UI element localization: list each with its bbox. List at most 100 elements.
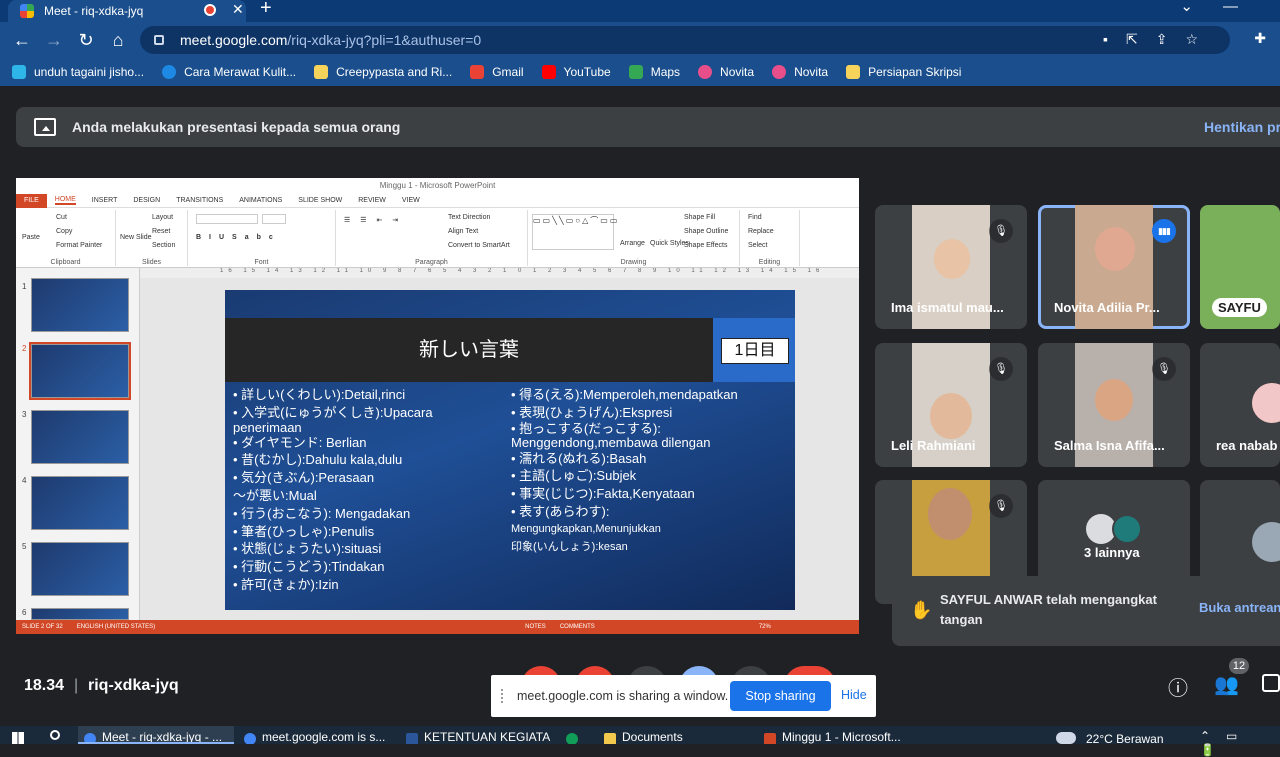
reset-button[interactable]: Reset <box>152 228 170 235</box>
powerpoint-icon <box>764 733 776 744</box>
group-label: Clipboard <box>50 259 81 266</box>
new-slide-button[interactable]: New Slide <box>120 234 152 241</box>
list-icons[interactable]: ☰ ☰ ⇤ ⇥ <box>344 216 402 224</box>
close-tab-icon[interactable]: ✕ <box>232 1 244 18</box>
bookmark-item[interactable]: Persiapan Skripsi <box>846 65 961 79</box>
font-format-icons[interactable]: BIUSabc <box>196 234 281 241</box>
ppt-tab-transitions[interactable]: TRANSITIONS <box>176 197 223 204</box>
back-arrow-icon[interactable]: ← <box>6 30 38 51</box>
participant-tile[interactable]: 🎙 Ima ismatul mau... <box>875 205 1027 329</box>
slide-thumbnail[interactable] <box>31 476 129 530</box>
raised-hand-message: SAYFUL ANWAR telah mengangkat tangan <box>940 592 1157 627</box>
cut-button[interactable]: Cut <box>56 214 67 221</box>
ppt-tab-review[interactable]: REVIEW <box>358 197 386 204</box>
slide-thumbnail[interactable] <box>31 278 129 332</box>
ppt-tab-animations[interactable]: ANIMATIONS <box>239 197 282 204</box>
font-size-box[interactable] <box>262 214 286 224</box>
taskbar-item[interactable] <box>560 726 590 744</box>
taskbar-item[interactable]: Meet - riq-xdka-jyq - ... <box>78 726 234 744</box>
meeting-code: riq-xdka-jyq <box>88 677 179 694</box>
ppt-tab-insert[interactable]: INSERT <box>92 197 118 204</box>
people-icon[interactable]: 👥 <box>1214 672 1239 697</box>
notes-button[interactable]: NOTES <box>525 624 546 630</box>
bookmark-item[interactable]: Maps <box>628 65 680 79</box>
slide-thumbnail-selected[interactable] <box>29 342 131 400</box>
taskbar-item[interactable]: Minggu 1 - Microsoft... <box>758 726 908 744</box>
stop-sharing-button[interactable]: Stop sharing <box>730 681 831 711</box>
window-controls[interactable]: ⌄— <box>1180 0 1268 15</box>
participant-tile[interactable]: 🎙 Salma Isna Afifa... <box>1038 343 1190 467</box>
thumb-number: 6 <box>22 608 27 617</box>
align-text-button[interactable]: Align Text <box>448 228 478 235</box>
address-bar[interactable]: meet.google.com/riq-xdka-jyq?pli=1&authu… <box>140 26 1230 54</box>
address-bar-actions-icon[interactable]: ▪⇱⇪☆ <box>1103 31 1216 48</box>
stop-presenting-button[interactable]: Hentikan pr <box>1204 119 1280 135</box>
meet-favicon-icon <box>20 4 34 18</box>
browser-tab-meet[interactable]: Meet - riq-xdka-jyq ✕ <box>8 0 246 22</box>
avatar <box>1112 514 1142 544</box>
recording-indicator-icon <box>204 4 216 16</box>
select-button[interactable]: Select <box>748 242 767 249</box>
reload-icon[interactable]: ↻ <box>70 30 102 51</box>
open-queue-button[interactable]: Buka antrean <box>1199 600 1280 615</box>
participant-tile-speaking[interactable]: ▮▮▮ Novita Adilia Pr... <box>1038 205 1190 329</box>
slide-thumbnail[interactable] <box>31 542 129 596</box>
meeting-info-icon[interactable]: ⓘ <box>1168 672 1188 701</box>
ppt-tab-view[interactable]: VIEW <box>402 197 420 204</box>
bookmark-item[interactable]: Novita <box>698 65 754 79</box>
font-name-box[interactable] <box>196 214 258 224</box>
taskbar-item[interactable]: Documents <box>598 726 748 744</box>
current-slide[interactable]: 新しい言葉 1日目 • 詳しい(くわしい):Detail,rinci • 入学式… <box>225 290 795 610</box>
text-direction-button[interactable]: Text Direction <box>448 214 490 221</box>
ppt-tab-home[interactable]: HOME <box>54 196 76 205</box>
find-button[interactable]: Find <box>748 214 762 221</box>
home-icon[interactable]: ⌂ <box>102 30 134 51</box>
extensions-icon[interactable]: ✚ <box>1254 30 1266 47</box>
taskbar-item[interactable]: meet.google.com is s... <box>238 726 388 744</box>
drag-handle-icon[interactable] <box>501 689 505 703</box>
tray-icons[interactable]: ⌃▭🔋 <box>1200 729 1280 757</box>
shape-outline-button[interactable]: Shape Outline <box>684 228 728 235</box>
section-button[interactable]: Section <box>152 242 175 249</box>
participant-tile[interactable]: rea nabab <box>1200 343 1280 467</box>
comments-button[interactable]: COMMENTS <box>560 624 595 630</box>
face-shape <box>930 393 972 439</box>
bookmark-item[interactable]: Cara Merawat Kulit... <box>162 65 296 79</box>
format-painter-button[interactable]: Format Painter <box>56 242 102 249</box>
windows-start-icon[interactable] <box>12 732 24 744</box>
bookmark-item[interactable]: Novita <box>772 65 828 79</box>
bookmark-item[interactable]: unduh tagaini jisho... <box>12 65 144 79</box>
chat-icon[interactable] <box>1262 674 1280 692</box>
paste-button[interactable]: Paste <box>22 234 40 241</box>
vocab-item: • 濡れる(ぬれる):Basah <box>511 450 647 466</box>
replace-button[interactable]: Replace <box>748 228 774 235</box>
slide-thumbnail[interactable] <box>31 608 129 620</box>
layout-button[interactable]: Layout <box>152 214 173 221</box>
bookmark-item[interactable]: Creepypasta and Ri... <box>314 65 452 79</box>
search-icon[interactable] <box>50 730 60 740</box>
sharing-message: meet.google.com is sharing a window. <box>517 689 729 703</box>
convert-smartart-button[interactable]: Convert to SmartArt <box>448 242 510 249</box>
zoom-level[interactable]: 72% <box>759 624 771 630</box>
bookmark-item[interactable]: Gmail <box>470 65 524 79</box>
ppt-tab-slideshow[interactable]: SLIDE SHOW <box>298 197 342 204</box>
shape-fill-button[interactable]: Shape Fill <box>684 214 715 221</box>
forward-arrow-icon[interactable]: → <box>38 30 70 51</box>
ppt-tab-file[interactable]: FILE <box>16 193 47 208</box>
shape-effects-button[interactable]: Shape Effects <box>684 242 727 249</box>
participant-tile[interactable]: 🎙 Leli Rahmiani <box>875 343 1027 467</box>
ppt-tab-design[interactable]: DESIGN <box>133 197 160 204</box>
group-editing: Find Replace Select Editing <box>740 210 800 266</box>
copy-button[interactable]: Copy <box>56 228 72 235</box>
arrange-button[interactable]: Arrange <box>620 240 645 247</box>
language-indicator[interactable]: ENGLISH (UNITED STATES) <box>77 624 155 630</box>
slide-thumbnail[interactable] <box>31 410 129 464</box>
group-label: Paragraph <box>415 259 448 266</box>
raised-hand-icon: ✋ <box>910 600 933 620</box>
taskbar-item[interactable]: KETENTUAN KEGIATA... <box>400 726 550 744</box>
shapes-gallery[interactable]: ▭▭╲╲▭○△⌒▭▭ <box>532 214 617 250</box>
bookmark-item[interactable]: YouTube <box>541 65 611 79</box>
hide-button[interactable]: Hide <box>841 688 867 702</box>
participant-tile[interactable]: SAYFU <box>1200 205 1280 329</box>
new-tab-button[interactable]: + <box>260 0 272 20</box>
